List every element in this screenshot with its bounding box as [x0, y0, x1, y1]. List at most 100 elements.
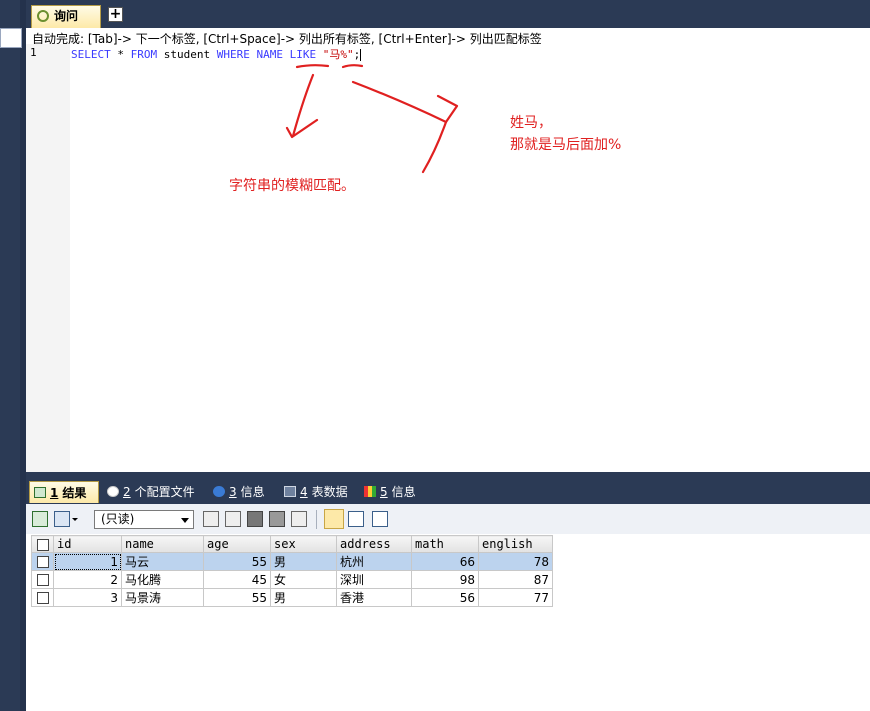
- tab-profile[interactable]: 2 个配置文件: [103, 481, 203, 503]
- cell-english[interactable]: 87: [478, 570, 553, 589]
- info-color-icon: [364, 486, 376, 497]
- line-gutter: [26, 44, 70, 472]
- column-header-address[interactable]: address: [336, 535, 412, 553]
- row-checkbox[interactable]: [31, 588, 54, 607]
- result-grid-area: id name age sex address math english 1 马…: [26, 534, 870, 711]
- cell-id[interactable]: 1: [53, 552, 122, 571]
- select-arrow-icon: [181, 518, 189, 523]
- keyword-like: LIKE: [289, 48, 317, 61]
- read-only-select-value: (只读): [101, 512, 135, 526]
- row-checkbox[interactable]: [31, 570, 54, 589]
- object-browser-field[interactable]: [0, 28, 22, 48]
- tab-query-label: 询问: [54, 9, 79, 23]
- column-header-math[interactable]: math: [411, 535, 479, 553]
- row-checkbox[interactable]: [31, 552, 54, 571]
- column-header-age[interactable]: age: [203, 535, 271, 553]
- autocomplete-hint: 自动完成: [Tab]-> 下一个标签, [Ctrl+Space]-> 列出所有…: [32, 32, 542, 46]
- annotation-surname-line1: 姓马，: [510, 115, 552, 131]
- cell-name[interactable]: 马云: [121, 552, 204, 571]
- tab-info[interactable]: 3 信息: [209, 481, 279, 503]
- tab-result-num: 1: [50, 486, 59, 500]
- code-star: *: [110, 48, 131, 61]
- table-row[interactable]: 1 马云 55 男 杭州 66 78: [31, 552, 553, 571]
- cell-address[interactable]: 杭州: [336, 552, 412, 571]
- toolbar-separator: [316, 510, 317, 529]
- sql-editor[interactable]: 自动完成: [Tab]-> 下一个标签, [Ctrl+Space]-> 列出所有…: [26, 28, 870, 472]
- cell-sex[interactable]: 男: [270, 588, 337, 607]
- cell-math[interactable]: 66: [411, 552, 479, 571]
- tab-info-2[interactable]: 5 信息: [360, 481, 430, 503]
- save-icon[interactable]: [247, 511, 263, 527]
- result-toolbar: (只读): [26, 504, 870, 535]
- checkbox-box: [36, 592, 49, 604]
- cell-address[interactable]: 香港: [336, 588, 412, 607]
- keyword-where: WHERE: [216, 48, 250, 61]
- result-tab-bar: 1 结果 2 个配置文件 3 信息 4 表数据 5 信息: [26, 480, 870, 504]
- insert-row-icon[interactable]: [203, 511, 219, 527]
- add-tab-button[interactable]: +: [108, 7, 123, 22]
- tab-table-data-label: 表数据: [311, 485, 348, 499]
- duplicate-row-icon[interactable]: [225, 511, 241, 527]
- result-grid: id name age sex address math english 1 马…: [31, 535, 553, 607]
- tab-query[interactable]: 询问: [31, 5, 101, 28]
- table-row[interactable]: 3 马景涛 55 男 香港 56 77: [31, 588, 553, 607]
- import-icon[interactable]: [54, 511, 70, 527]
- cell-name[interactable]: 马化腾: [121, 570, 204, 589]
- cell-english[interactable]: 77: [478, 588, 553, 607]
- cell-english[interactable]: 78: [478, 552, 553, 571]
- cell-math[interactable]: 56: [411, 588, 479, 607]
- code-line[interactable]: SELECT * FROM student WHERE NAME LIKE "马…: [71, 46, 362, 62]
- tab-result-label: 结果: [62, 486, 87, 500]
- editor-results-splitter[interactable]: [26, 472, 870, 480]
- tab-profile-num: 2: [123, 485, 131, 499]
- line-number: 1: [30, 46, 37, 59]
- text-view-icon[interactable]: [372, 511, 388, 527]
- tab-result[interactable]: 1 结果: [29, 481, 99, 503]
- export-icon[interactable]: [32, 511, 48, 527]
- tab-table-data[interactable]: 4 表数据: [280, 481, 355, 503]
- table-icon: [284, 486, 296, 497]
- column-header-sex[interactable]: sex: [270, 535, 337, 553]
- cell-age[interactable]: 45: [203, 570, 271, 589]
- cell-sex[interactable]: 女: [270, 570, 337, 589]
- cell-name[interactable]: 马景涛: [121, 588, 204, 607]
- annotation-fuzzy-match: 字符串的模糊匹配。: [229, 178, 355, 194]
- cell-sex[interactable]: 男: [270, 552, 337, 571]
- text-caret: [360, 49, 362, 61]
- column-header-name[interactable]: name: [121, 535, 204, 553]
- cell-id[interactable]: 2: [53, 570, 122, 589]
- read-only-select[interactable]: (只读): [94, 510, 194, 529]
- delete-icon[interactable]: [269, 511, 285, 527]
- column-header-id[interactable]: id: [53, 535, 122, 553]
- cell-address[interactable]: 深圳: [336, 570, 412, 589]
- cancel-changes-icon[interactable]: [291, 511, 307, 527]
- tab-info-2-label: 信息: [391, 485, 416, 499]
- cell-age[interactable]: 55: [203, 588, 271, 607]
- cell-math[interactable]: 98: [411, 570, 479, 589]
- cell-age[interactable]: 55: [203, 552, 271, 571]
- code-pattern-string: "马%": [322, 48, 354, 61]
- keyword-name: NAME: [256, 48, 283, 61]
- table-row[interactable]: 2 马化腾 45 女 深圳 98 87: [31, 570, 553, 589]
- checkbox-box: [36, 574, 49, 586]
- tab-info-2-num: 5: [380, 485, 388, 499]
- tab-profile-label: 个配置文件: [134, 485, 195, 499]
- cell-id[interactable]: 3: [53, 588, 122, 607]
- grid-view-icon[interactable]: [324, 509, 344, 529]
- annotation-surname-line2: 那就是马后面加%: [510, 137, 622, 153]
- select-all-checkbox[interactable]: [31, 535, 54, 553]
- form-view-icon[interactable]: [348, 511, 364, 527]
- info-icon: [213, 486, 225, 497]
- profile-icon: [107, 486, 119, 497]
- grid-icon: [34, 487, 46, 498]
- grid-header-row: id name age sex address math english: [31, 535, 553, 553]
- tab-info-label: 信息: [240, 485, 265, 499]
- chevron-down-icon[interactable]: [71, 511, 79, 527]
- keyword-select: SELECT: [71, 48, 111, 61]
- column-header-english[interactable]: english: [478, 535, 553, 553]
- query-icon: [37, 10, 49, 22]
- code-table-name: student: [157, 48, 217, 61]
- tab-table-data-num: 4: [300, 485, 308, 499]
